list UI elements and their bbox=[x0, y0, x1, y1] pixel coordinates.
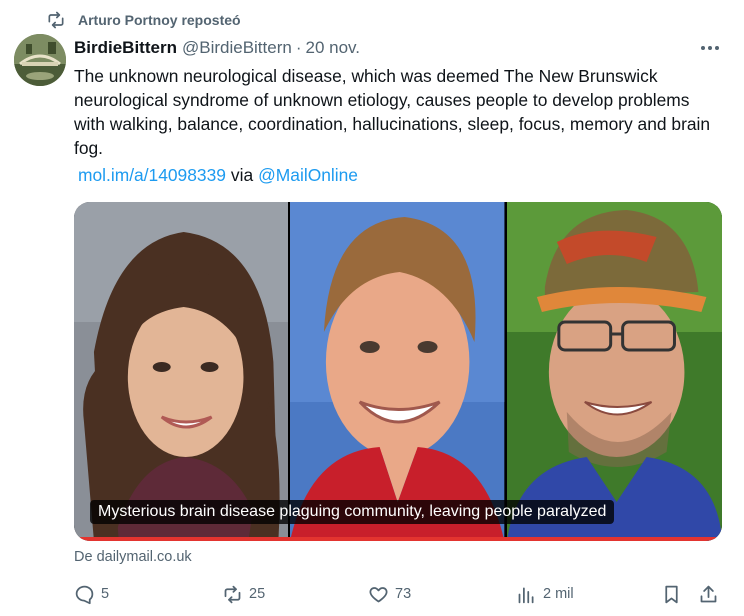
repost-indicator[interactable]: Arturo Portnoy reposteó bbox=[46, 9, 241, 31]
bookmark-button[interactable] bbox=[661, 582, 688, 606]
reply-count: 5 bbox=[101, 586, 110, 602]
photo-woman bbox=[74, 202, 289, 541]
views-icon bbox=[518, 587, 534, 603]
more-options-button[interactable] bbox=[698, 38, 722, 58]
mention-link[interactable]: @MailOnline bbox=[258, 165, 358, 185]
author-handle[interactable]: @BirdieBittern bbox=[182, 38, 292, 58]
via-text: via bbox=[230, 165, 254, 185]
photo-young-man bbox=[290, 202, 505, 541]
like-count: 73 bbox=[395, 586, 412, 602]
heart-icon bbox=[369, 586, 388, 602]
media-caption: Mysterious brain disease plaguing commun… bbox=[90, 500, 615, 524]
card-source[interactable]: De dailymail.co.uk bbox=[74, 549, 192, 565]
repost-icon bbox=[48, 11, 64, 29]
tweet-date[interactable]: 20 nov. bbox=[306, 38, 361, 58]
action-bar: 5 25 73 2 mil bbox=[74, 582, 724, 606]
tweet-text: The unknown neurological disease, which … bbox=[74, 66, 711, 158]
link-line: mol.im/a/14098339 via @MailOnline bbox=[78, 163, 358, 187]
reply-button[interactable]: 5 bbox=[74, 582, 109, 606]
tweet-header: BirdieBittern @BirdieBittern · 20 nov. bbox=[74, 36, 360, 60]
red-accent-bar bbox=[74, 537, 722, 541]
separator-dot: · bbox=[295, 38, 302, 57]
share-icon bbox=[700, 585, 717, 602]
article-link[interactable]: mol.im/a/14098339 bbox=[78, 165, 226, 185]
repost-action-icon bbox=[224, 585, 241, 603]
repost-text: Arturo Portnoy reposteó bbox=[78, 12, 241, 28]
share-button[interactable] bbox=[698, 582, 725, 606]
repost-button[interactable]: 25 bbox=[222, 582, 265, 606]
views-count: 2 mil bbox=[543, 586, 574, 602]
author-name[interactable]: BirdieBittern bbox=[74, 38, 177, 58]
repost-count: 25 bbox=[249, 586, 266, 602]
more-icon bbox=[701, 46, 719, 50]
photo-man-cap bbox=[506, 202, 722, 541]
media-card[interactable]: Mysterious brain disease plaguing commun… bbox=[74, 202, 722, 541]
avatar[interactable] bbox=[14, 34, 66, 86]
reply-icon bbox=[75, 585, 94, 604]
views-button[interactable]: 2 mil bbox=[516, 582, 574, 606]
like-button[interactable]: 73 bbox=[368, 582, 411, 606]
bookmark-icon bbox=[665, 585, 678, 603]
